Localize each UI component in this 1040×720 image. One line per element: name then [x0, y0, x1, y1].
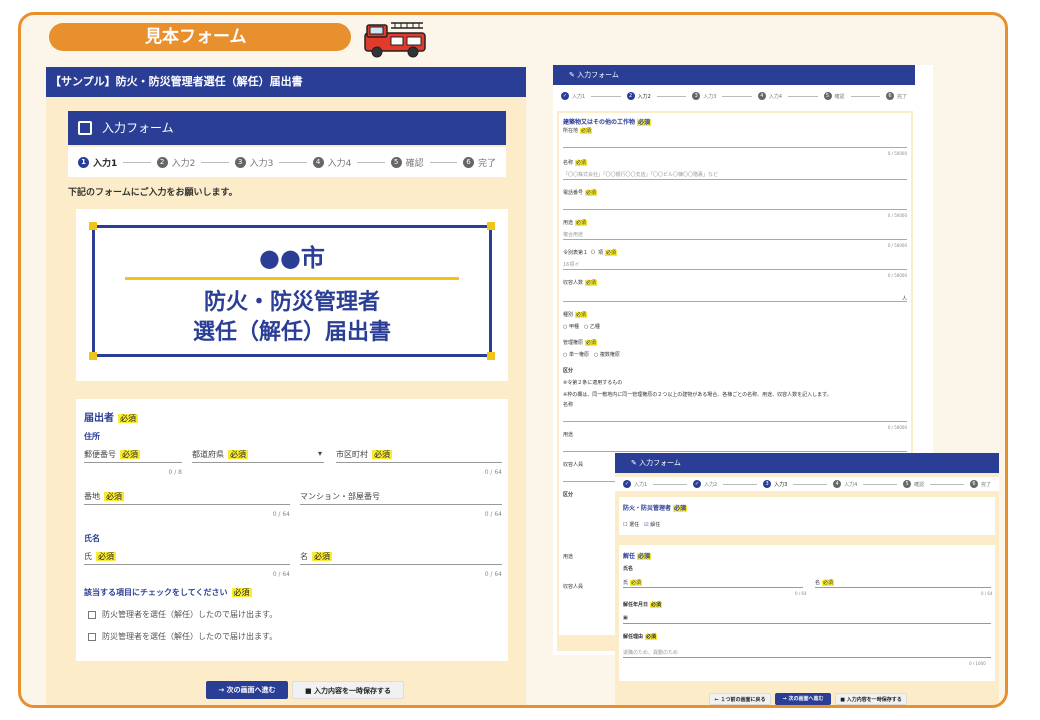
- step-indicator: 1 入力1 2 入力2 3 入力3 4 入力4 5 確認 6 完了: [68, 147, 506, 177]
- back-button[interactable]: ← １つ前の画面に戻る: [709, 693, 771, 705]
- edit-icon: [78, 121, 92, 135]
- manager-options[interactable]: ☐ 選任 ☑ 解任: [623, 521, 660, 528]
- step-5: 5 確認: [390, 156, 424, 169]
- document-title-line2: 選任（解任）届出書: [192, 320, 391, 345]
- step-4: 4 入力4: [312, 156, 351, 169]
- edit-icon: ✎: [569, 71, 578, 79]
- mgmt-label: 管理権原 必須: [563, 340, 598, 346]
- use-label: 用途 必須: [563, 220, 588, 226]
- form-card-header: 入力フォーム: [68, 111, 506, 145]
- next-button-small[interactable]: → 次の画面へ進む: [775, 693, 831, 705]
- dismissal-title: 解任 必須: [623, 553, 652, 560]
- section-title: 届出者 必須: [84, 413, 138, 424]
- save-button[interactable]: ■ 入力内容を一時保存する: [292, 681, 404, 699]
- address-label: 住所: [84, 432, 100, 441]
- name-placeholder: 「〇〇株式会社」「〇〇银行〇〇支店」「〇〇ビル〇棟〇〇階裏」など: [563, 172, 719, 178]
- capacity-label: 収容人数 必須: [563, 280, 598, 286]
- order-label: 令別表第１（）項 必須: [563, 250, 618, 256]
- first-name-input[interactable]: 名必須: [300, 551, 502, 565]
- first-name-count: 0 / 64: [484, 571, 502, 578]
- division-label: 区分: [563, 368, 574, 374]
- step-3: 3 入力3: [234, 156, 273, 169]
- outer-frame: 見本フォーム 【サンプル】防火・防災管理者選任（解任）届出書 入力フォーム 1入…: [18, 12, 1008, 708]
- prefecture-select[interactable]: 都道府県 必須 ▾: [192, 449, 324, 463]
- phone-label: 電話番号 必須: [563, 190, 598, 196]
- save-icon: ■: [304, 687, 315, 695]
- input3-panel: ✎ 入力フォーム ✓ 入力1 ✓ 入力2 3 入力3 4 入力4 5 確認 6 完了 防火・…: [615, 453, 999, 705]
- form-card-title: 入力フォーム: [102, 121, 174, 135]
- step-1: 1 入力1: [78, 156, 117, 169]
- arrow-right-icon: →: [218, 686, 227, 694]
- postal-count: 0 / 8: [168, 469, 182, 476]
- name-label: 名称 必須: [563, 160, 588, 166]
- step-6: 6 完了: [462, 156, 496, 169]
- phone-input[interactable]: [563, 209, 907, 210]
- disaster-manager-checkbox[interactable]: 防災管理者を選任（解任）したので届け出ます。: [88, 631, 277, 642]
- input2-step-indicator: ✓ 入力1 2 入力2 3 入力3 4 入力4 5 確認 6 完了: [561, 92, 907, 100]
- last-name-input[interactable]: 氏必須: [84, 551, 290, 565]
- main-form-panel: 【サンプル】防火・防災管理者選任（解任）届出書 入力フォーム 1 入力1 2 入力2…: [46, 67, 526, 705]
- dismissal-reason-input[interactable]: 退職のため、異動のため: [623, 649, 678, 656]
- type-label: 種別 必須: [563, 312, 588, 318]
- type-radio[interactable]: ○ 甲種 ○ 乙種: [563, 323, 600, 330]
- city-input[interactable]: 市区町村 必須: [336, 449, 502, 463]
- name-input[interactable]: [563, 179, 907, 180]
- dismissal-last-name[interactable]: 氏必須: [623, 579, 643, 586]
- intro-text: 下記のフォームにご入力をお願いします。: [68, 188, 238, 198]
- fire-truck-icon: [364, 22, 426, 58]
- manager-title: 防火・防災管理者 必須: [623, 505, 688, 512]
- input3-card-header: ✎ 入力フォーム: [615, 453, 999, 473]
- dismissal-date-label: 解任年月日 必須: [623, 602, 663, 608]
- title-box: ●●市 防火・防災管理者 選任（解任）届出書: [89, 222, 495, 360]
- division-use-input[interactable]: [563, 451, 907, 452]
- location-label: 所在地 必須: [563, 128, 593, 134]
- save-button-small[interactable]: ■ 入力内容を一時保存する: [835, 693, 907, 705]
- window-title: 【サンプル】防火・防災管理者選任（解任）届出書: [46, 67, 526, 97]
- dismissal-reason-label: 解任理由 必須: [623, 634, 658, 640]
- postal-code-input[interactable]: 郵便番号 必須: [84, 449, 182, 463]
- division-name-input[interactable]: [563, 421, 907, 422]
- title-card: ●●市 防火・防災管理者 選任（解任）届出書: [76, 209, 508, 381]
- chevron-down-icon: ▾: [317, 449, 322, 458]
- dismissal-card: 解任 必須 氏名 氏必須 0 / 64 名必須 0 / 64 解任年月日 必須 ▣ …: [619, 545, 995, 681]
- document-title-line1: 防火・防災管理者: [203, 290, 380, 315]
- applicant-form-card: 届出者 必須 住所 郵便番号 必須 0 / 8 都道府県 必須 ▾ 市区町村 必須 0 /…: [76, 399, 508, 661]
- next-button[interactable]: → 次の画面へ進む: [206, 681, 288, 699]
- mgmt-radio[interactable]: ○ 単一権原 ○ 複数権原: [563, 351, 620, 358]
- step-2: 2 入力2: [156, 156, 195, 169]
- city-name: ●●市: [259, 244, 325, 272]
- building-title: 建築物又はその他の工作物 必須: [563, 119, 652, 126]
- building-input[interactable]: マンション・部屋番号: [300, 491, 502, 505]
- fire-manager-checkbox[interactable]: 防火管理者を選任（解任）したので届け出ます。: [88, 609, 277, 620]
- name-label: 氏名: [84, 534, 100, 543]
- banner-label: 見本フォーム: [49, 23, 351, 51]
- location-input[interactable]: [563, 147, 907, 148]
- capacity-input[interactable]: [563, 301, 907, 302]
- check-title: 該当する項目にチェックをしてください 必須: [84, 588, 252, 597]
- city-count: 0 / 64: [484, 469, 502, 476]
- input3-step-indicator: ✓ 入力1 ✓ 入力2 3 入力3 4 入力4 5 確認 6 完了: [615, 477, 999, 491]
- order-input[interactable]: [563, 269, 907, 270]
- use-input[interactable]: [563, 239, 907, 240]
- manager-card: 防火・防災管理者 必須 ☐ 選任 ☑ 解任: [619, 497, 995, 535]
- last-name-count: 0 / 64: [272, 571, 290, 578]
- street-count: 0 / 64: [272, 511, 290, 518]
- building-count: 0 / 64: [484, 511, 502, 518]
- dismissal-first-name[interactable]: 名必須: [815, 579, 835, 586]
- calendar-icon[interactable]: ▣: [623, 615, 628, 621]
- input2-card-header: ✎ 入力フォーム: [553, 65, 915, 85]
- edit-icon: ✎: [631, 459, 640, 467]
- street-input[interactable]: 番地 必須: [84, 491, 290, 505]
